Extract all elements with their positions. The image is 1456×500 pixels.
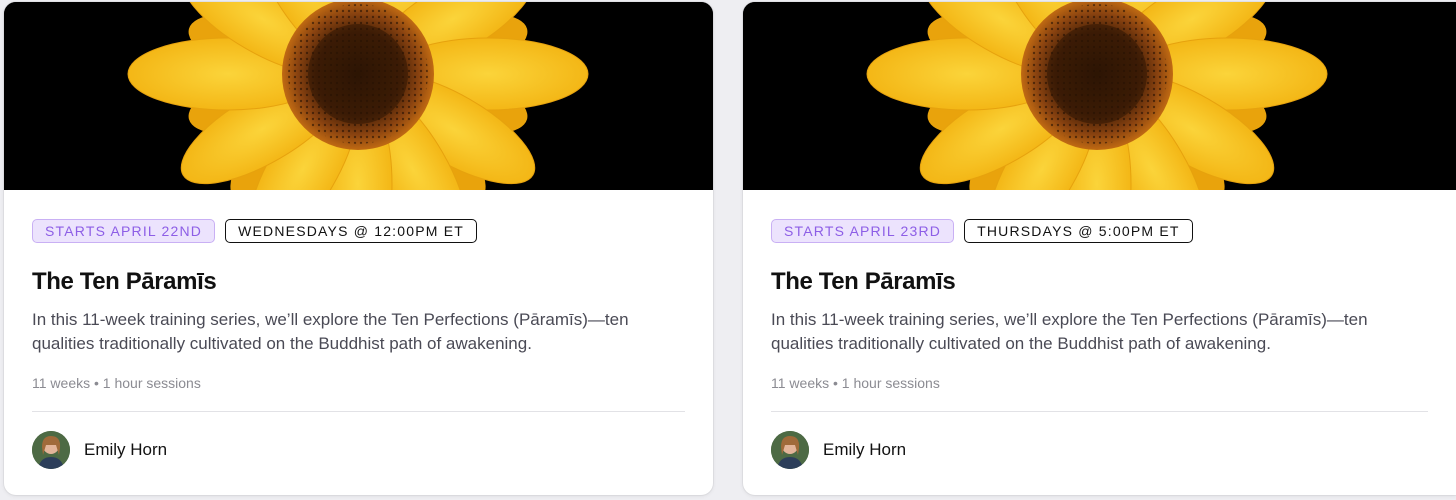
course-meta: 11 weeks • 1 hour sessions — [771, 375, 940, 391]
course-title[interactable]: The Ten Pāramīs — [771, 268, 956, 296]
course-card[interactable]: STARTS APRIL 22ND WEDNESDAYS @ 12:00PM E… — [4, 2, 713, 495]
author[interactable]: Emily Horn — [771, 431, 906, 469]
divider — [771, 411, 1428, 412]
course-description: In this 11-week training series, we’ll e… — [32, 310, 629, 353]
schedule-badge: WEDNESDAYS @ 12:00PM ET — [225, 219, 478, 243]
course-meta: 11 weeks • 1 hour sessions — [32, 375, 201, 391]
course-banner — [4, 2, 713, 190]
sunflower-image — [743, 2, 1456, 190]
course-banner — [743, 2, 1456, 190]
author[interactable]: Emily Horn — [32, 431, 167, 469]
author-name: Emily Horn — [84, 440, 168, 459]
start-date-badge: STARTS APRIL 23RD — [771, 219, 955, 243]
start-date-badge: STARTS APRIL 22ND — [32, 219, 216, 243]
avatar — [32, 431, 70, 469]
schedule-badge: THURSDAYS @ 5:00PM ET — [964, 219, 1193, 243]
author-name: Emily Horn — [823, 440, 907, 459]
divider — [32, 411, 685, 412]
course-card[interactable]: STARTS APRIL 23RD THURSDAYS @ 5:00PM ET … — [743, 2, 1456, 495]
sunflower-image — [4, 2, 713, 190]
course-list: STARTS APRIL 22ND WEDNESDAYS @ 12:00PM E… — [0, 0, 1456, 500]
course-description: In this 11-week training series, we’ll e… — [771, 310, 1368, 353]
avatar — [771, 431, 809, 469]
course-title[interactable]: The Ten Pāramīs — [32, 268, 217, 296]
